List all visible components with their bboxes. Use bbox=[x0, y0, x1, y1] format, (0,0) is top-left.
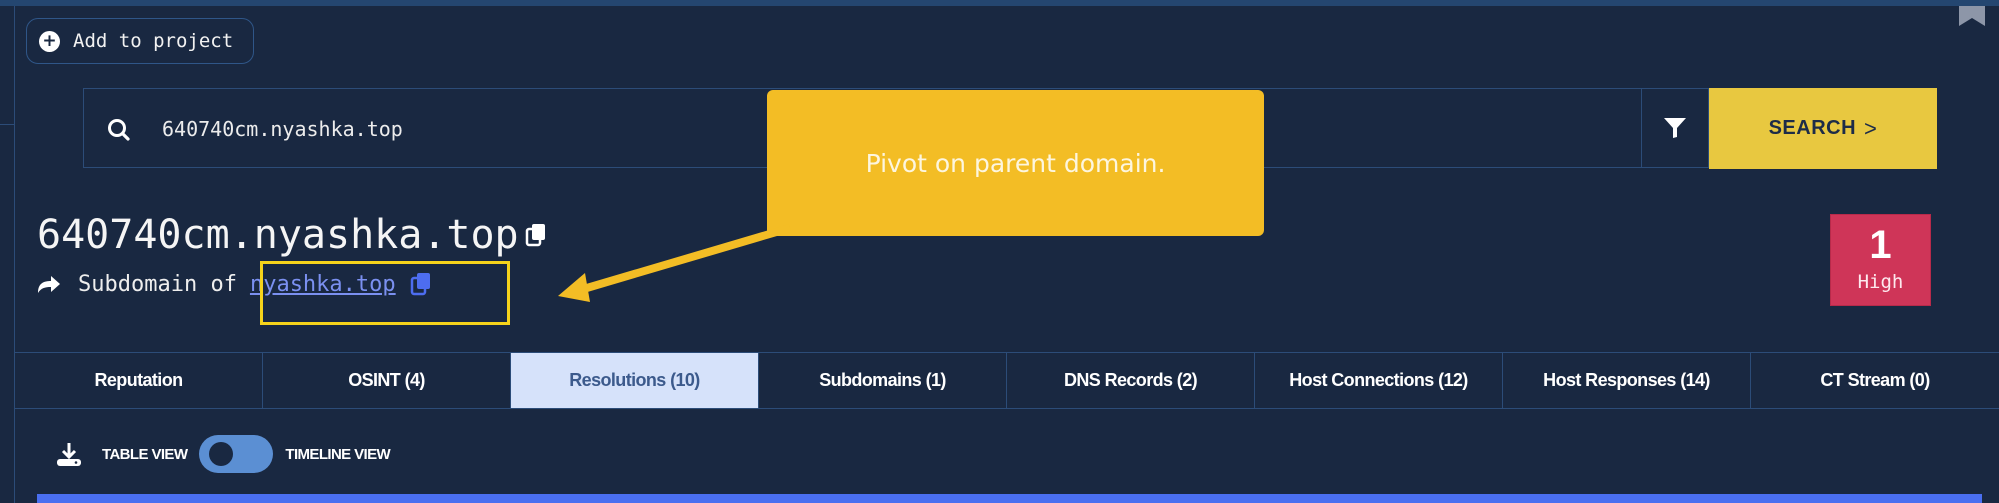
tab-host-connections[interactable]: Host Connections (12) bbox=[1255, 353, 1503, 408]
search-button[interactable]: SEARCH > bbox=[1709, 88, 1937, 169]
add-to-project-button[interactable]: + Add to project bbox=[26, 18, 254, 64]
table-header-bar bbox=[37, 494, 1982, 503]
download-icon[interactable] bbox=[56, 441, 82, 467]
table-view-label: TABLE VIEW bbox=[102, 445, 188, 463]
timeline-view-label: TIMELINE VIEW bbox=[285, 445, 391, 463]
risk-badge[interactable]: 1 High bbox=[1830, 214, 1931, 306]
filter-button[interactable] bbox=[1642, 88, 1709, 168]
search-button-label: SEARCH bbox=[1768, 117, 1857, 139]
plus-circle-icon: + bbox=[39, 30, 60, 52]
tab-subdomains[interactable]: Subdomains (1) bbox=[759, 353, 1007, 408]
tab-resolutions[interactable]: Resolutions (10) bbox=[511, 353, 759, 408]
tab-ct-stream[interactable]: CT Stream (0) bbox=[1751, 353, 1999, 408]
tab-dns-records[interactable]: DNS Records (2) bbox=[1007, 353, 1255, 408]
top-strip bbox=[0, 0, 1999, 6]
view-toggle-switch[interactable] bbox=[199, 435, 274, 473]
callout-text: Pivot on parent domain. bbox=[865, 148, 1166, 178]
view-toggle-row: TABLE VIEW TIMELINE VIEW bbox=[56, 434, 391, 474]
left-rail-tick bbox=[0, 124, 14, 125]
subdomain-prefix: Subdomain of bbox=[78, 271, 237, 297]
tab-osint[interactable]: OSINT (4) bbox=[263, 353, 511, 408]
toggle-knob bbox=[209, 442, 234, 466]
risk-level: High bbox=[1857, 271, 1904, 293]
tab-host-responses[interactable]: Host Responses (14) bbox=[1503, 353, 1751, 408]
tab-bar: Reputation OSINT (4) Resolutions (10) Su… bbox=[15, 352, 1999, 409]
search-icon bbox=[108, 119, 130, 141]
left-rail-divider bbox=[14, 6, 15, 503]
annotation-callout: Pivot on parent domain. bbox=[767, 90, 1264, 236]
tab-reputation[interactable]: Reputation bbox=[15, 353, 263, 408]
add-to-project-label: Add to project bbox=[73, 30, 234, 52]
annotation-highlight-box bbox=[260, 261, 510, 325]
chevron-right-icon: > bbox=[1864, 115, 1878, 141]
domain-title: 640740cm.nyashka.top bbox=[37, 212, 547, 258]
copy-icon[interactable] bbox=[525, 222, 547, 248]
filter-icon bbox=[1664, 118, 1686, 138]
share-arrow-icon bbox=[38, 276, 60, 293]
risk-count: 1 bbox=[1869, 223, 1892, 267]
domain-name: 640740cm.nyashka.top bbox=[37, 212, 519, 258]
bookmark-icon[interactable] bbox=[1959, 6, 1985, 26]
